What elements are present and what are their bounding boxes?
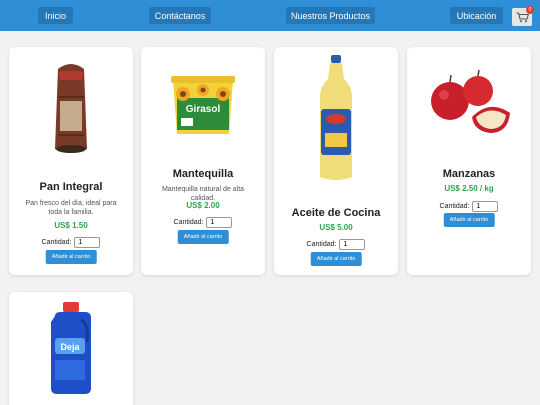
- product-name: Mantequilla: [172, 168, 234, 180]
- apples-image: [407, 67, 531, 137]
- quantity-row: Cantidad:: [407, 201, 531, 212]
- quantity-input[interactable]: [339, 239, 366, 250]
- nav-contacto-button[interactable]: Contáctanos: [149, 7, 211, 24]
- svg-text:Deja: Deja: [60, 342, 80, 352]
- quantity-row: Cantidad:: [141, 217, 265, 228]
- add-to-cart-button[interactable]: Añadir al carrito: [45, 250, 97, 264]
- product-name: Aceite de Cocina: [291, 207, 381, 219]
- product-price: US$ 1.50: [54, 221, 88, 230]
- bread-loaf-image: [9, 57, 133, 157]
- margarine-tub-image: Girasol: [141, 72, 265, 138]
- quantity-label: Cantidad:: [439, 203, 470, 210]
- product-price: US$ 2.50 / kg: [444, 184, 494, 193]
- quantity-label: Cantidad:: [41, 239, 72, 246]
- product-card: Deja: [9, 292, 133, 405]
- quantity-label: Cantidad:: [306, 241, 337, 248]
- product-card: Manzanas US$ 2.50 / kg Cantidad: Añadir …: [407, 47, 531, 275]
- cart-count-badge: 0: [526, 6, 534, 14]
- quantity-label: Cantidad:: [173, 219, 204, 226]
- oil-bottle-image: [274, 55, 398, 185]
- product-card: Aceite de Cocina US$ 5.00 Cantidad: Añad…: [274, 47, 398, 275]
- add-to-cart-button[interactable]: Añadir al carrito: [443, 213, 495, 227]
- nav-ubicacion-button[interactable]: Ubicación: [450, 7, 503, 24]
- cart-button[interactable]: 0: [512, 6, 534, 26]
- add-to-cart-button[interactable]: Añadir al carrito: [177, 230, 229, 244]
- add-to-cart-button[interactable]: Añadir al carrito: [310, 252, 362, 266]
- product-price: US$ 2.00: [186, 201, 220, 210]
- quantity-row: Cantidad:: [274, 239, 398, 250]
- nav-productos-button[interactable]: Nuestros Productos: [286, 7, 375, 24]
- quantity-input[interactable]: [206, 217, 233, 228]
- quantity-input[interactable]: [74, 237, 101, 248]
- product-name: Manzanas: [442, 168, 496, 180]
- product-price: US$ 5.00: [319, 223, 353, 232]
- svg-text:Girasol: Girasol: [186, 104, 221, 115]
- quantity-input[interactable]: [472, 201, 499, 212]
- product-name: Pan Integral: [39, 181, 103, 193]
- product-card: Girasol Mantequilla Mantequilla natural …: [141, 47, 265, 275]
- product-card: Pan Integral Pan fresco del día, ideal p…: [9, 47, 133, 275]
- nav-inicio-button[interactable]: Inicio: [38, 7, 73, 24]
- top-nav-bar: Inicio Contáctanos Nuestros Productos Ub…: [0, 0, 540, 31]
- detergent-bottle-image: Deja: [9, 302, 133, 394]
- quantity-row: Cantidad:: [9, 237, 133, 248]
- product-description: Pan fresco del día, ideal para toda la f…: [25, 200, 117, 216]
